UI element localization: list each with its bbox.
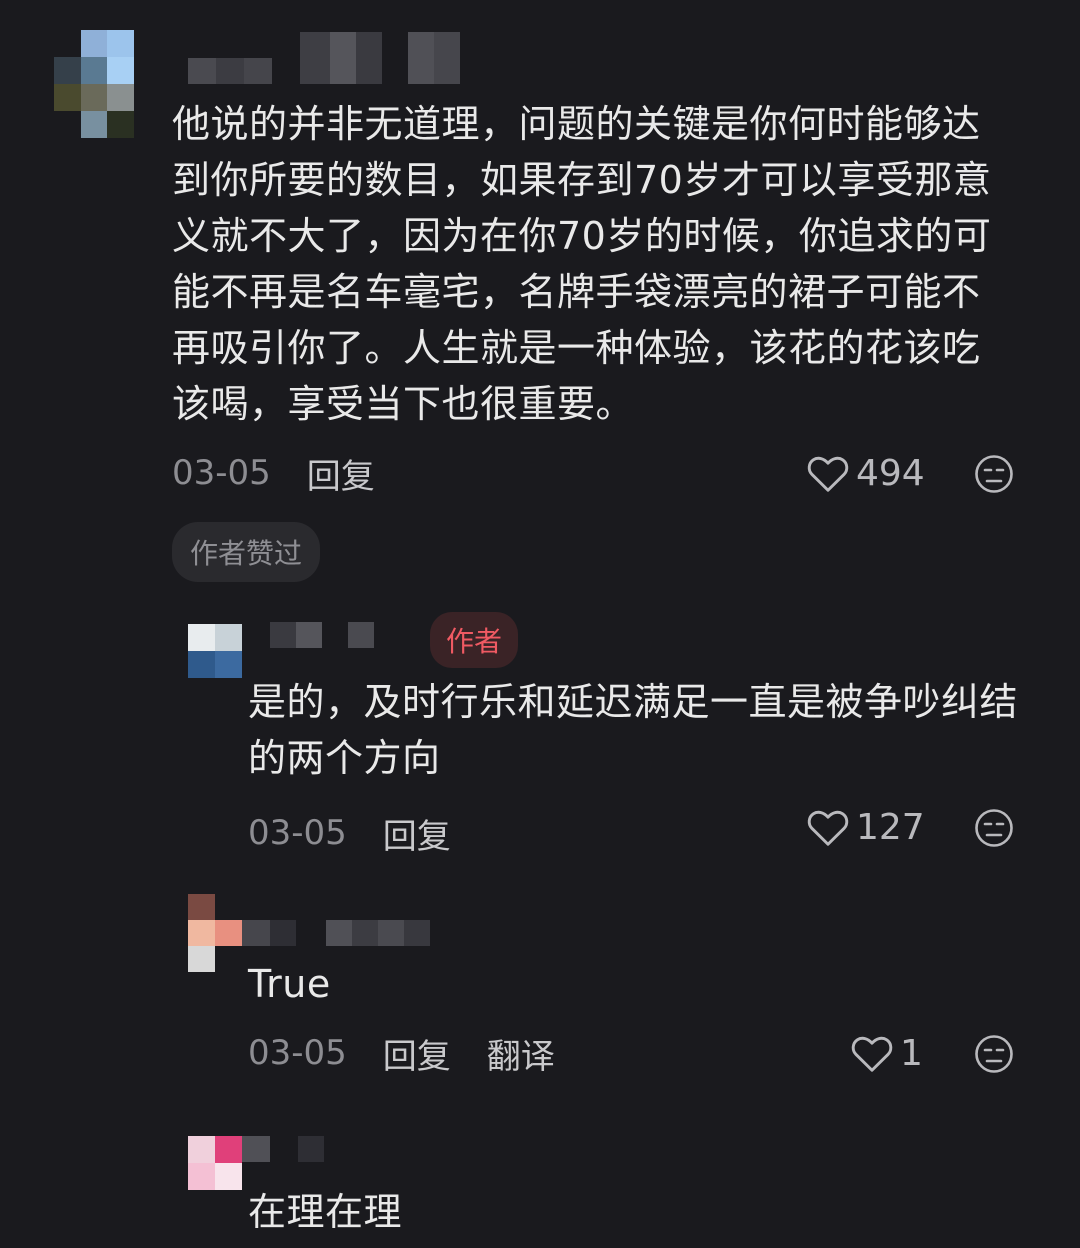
comment-meta: 03-05 回复 [172, 448, 375, 498]
unhappy-face-icon [975, 809, 1013, 847]
comment-date: 03-05 [248, 813, 347, 853]
comment-date: 03-05 [172, 453, 271, 493]
comment-text: 是的，及时行乐和延迟满足一直是被争吵纠结的两个方向 [248, 680, 1019, 780]
heart-outline-icon [807, 810, 849, 846]
like-button[interactable]: 1 [850, 1028, 923, 1078]
dislike-button[interactable] [974, 808, 1014, 848]
username-blurred[interactable] [242, 920, 430, 946]
avatar[interactable] [188, 624, 242, 678]
reply-button[interactable]: 回复 [383, 1029, 451, 1078]
heart-outline-icon [851, 1036, 893, 1072]
comment-meta: 03-05 回复 翻译 [248, 1028, 555, 1078]
username-blurred[interactable] [188, 30, 460, 86]
unhappy-face-icon [975, 1035, 1013, 1073]
comment-text: 他说的并非无道理，问题的关键是你何时能够达到你所要的数目，如果存到70岁才可以享… [172, 102, 992, 426]
heart-outline-icon [807, 456, 849, 492]
avatar[interactable] [188, 1136, 242, 1190]
unhappy-face-icon [975, 455, 1013, 493]
avatar[interactable] [188, 894, 242, 972]
like-count: 1 [900, 1032, 923, 1074]
like-button[interactable]: 494 [806, 448, 925, 498]
dislike-button[interactable] [974, 1034, 1014, 1074]
reply-button[interactable]: 回复 [383, 809, 451, 858]
avatar[interactable] [54, 30, 134, 138]
like-count: 127 [856, 806, 925, 848]
comment-text: True [248, 962, 331, 1006]
comment-meta: 03-05 回复 [248, 808, 451, 858]
dislike-button[interactable] [974, 454, 1014, 494]
author-tag: 作者 [430, 612, 519, 668]
comment-date: 03-05 [248, 1033, 347, 1073]
like-button[interactable]: 127 [806, 802, 925, 852]
username-blurred[interactable] [242, 1136, 324, 1162]
like-count: 494 [856, 452, 925, 494]
translate-button[interactable]: 翻译 [487, 1029, 555, 1078]
author-liked-badge: 作者赞过 [172, 522, 321, 582]
reply-button[interactable]: 回复 [307, 449, 375, 498]
comment-text: 在理在理 [248, 1190, 403, 1234]
username-blurred[interactable] [270, 620, 374, 650]
